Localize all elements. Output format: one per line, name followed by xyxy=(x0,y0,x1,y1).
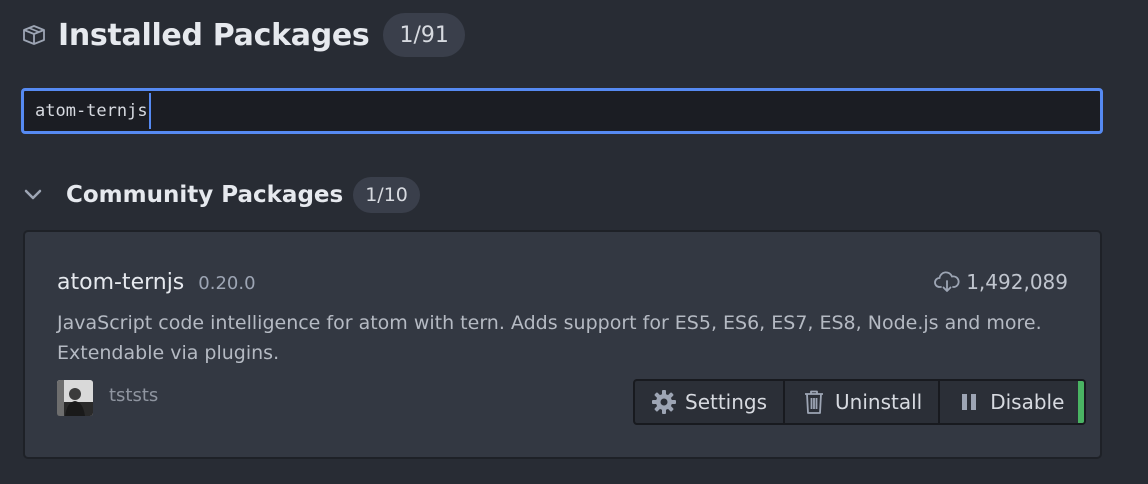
uninstall-button-label: Uninstall xyxy=(835,390,923,414)
disable-button[interactable]: Disable xyxy=(940,379,1087,425)
trash-icon xyxy=(801,389,827,415)
installed-count-badge: 1/91 xyxy=(383,13,465,57)
community-count-badge: 1/10 xyxy=(353,177,420,213)
settings-button-label: Settings xyxy=(685,390,768,414)
pause-icon xyxy=(956,389,982,415)
package-version: 0.20.0 xyxy=(198,273,256,294)
package-card[interactable]: atom-ternjs 0.20.0 1,492,089 JavaScript … xyxy=(23,230,1102,459)
author-row: tststs xyxy=(57,380,158,416)
settings-button[interactable]: Settings xyxy=(633,379,786,425)
package-icon xyxy=(22,23,46,47)
avatar[interactable] xyxy=(57,380,93,416)
download-stats: 1,492,089 xyxy=(934,270,1068,294)
package-name-row: atom-ternjs 0.20.0 xyxy=(57,270,256,295)
package-description: JavaScript code intelligence for atom wi… xyxy=(57,312,1042,364)
disable-button-label: Disable xyxy=(990,390,1065,414)
uninstall-button[interactable]: Uninstall xyxy=(785,379,941,425)
package-actions: Settings Uninstall Disable xyxy=(633,379,1087,425)
author-name[interactable]: tststs xyxy=(109,385,158,406)
search-input-value: atom-ternjs xyxy=(35,101,148,121)
text-caret xyxy=(148,93,151,129)
package-name[interactable]: atom-ternjs xyxy=(57,270,184,295)
community-packages-section-header[interactable]: Community Packages 1/10 xyxy=(22,176,420,214)
chevron-down-icon[interactable] xyxy=(22,184,44,206)
cloud-download-icon xyxy=(934,270,960,294)
download-count: 1,492,089 xyxy=(966,270,1068,294)
gear-icon xyxy=(651,389,677,415)
search-input[interactable]: atom-ternjs xyxy=(21,88,1103,134)
enabled-status-indicator xyxy=(1078,381,1085,423)
page-title: Installed Packages xyxy=(58,17,370,53)
installed-packages-header: Installed Packages 1/91 xyxy=(22,12,465,58)
section-title: Community Packages xyxy=(66,182,344,208)
settings-view: Installed Packages 1/91 atom-ternjs Comm… xyxy=(0,0,1148,484)
